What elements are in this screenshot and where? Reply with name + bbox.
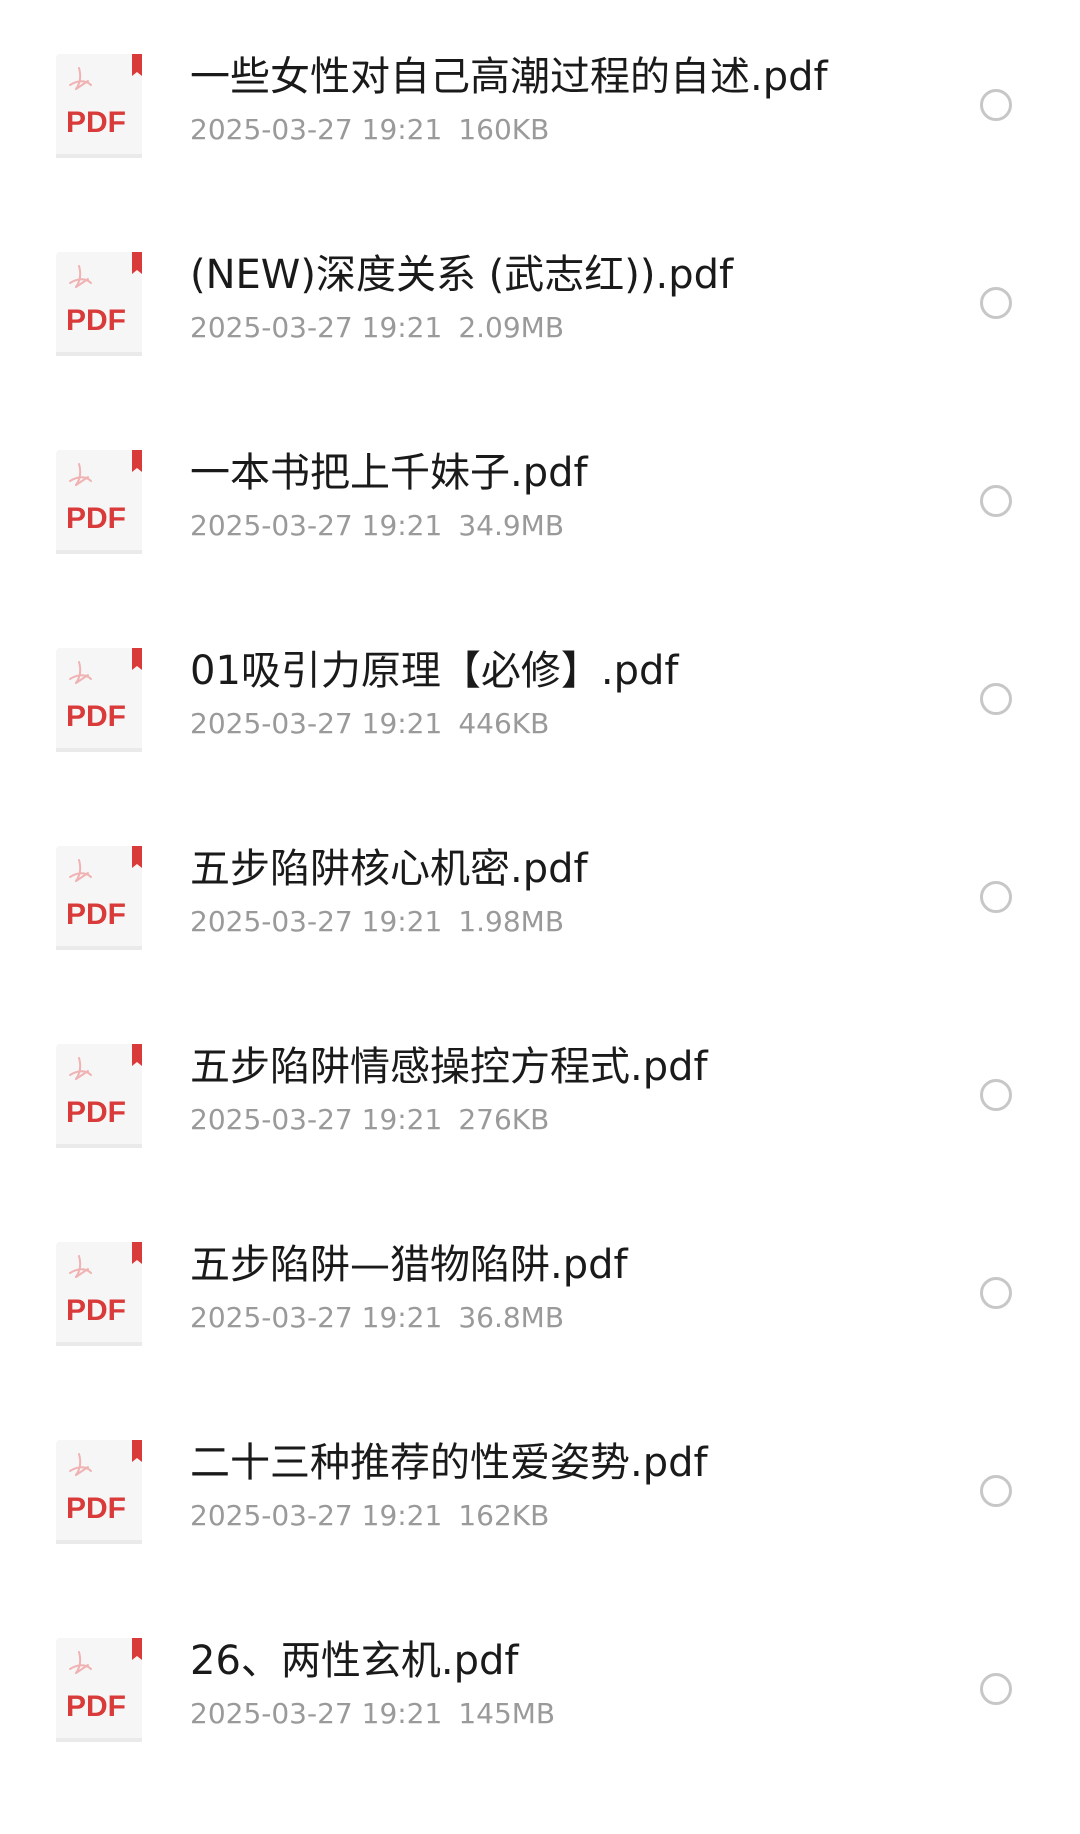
file-meta: 2025-03-27 19:21 276KB <box>190 1102 549 1138</box>
file-row[interactable]: PDF 五步陷阱—猎物陷阱.pdf 2025-03-27 19:21 36.8MB <box>0 1240 1080 1438</box>
file-name: 一本书把上千妹子.pdf <box>190 450 588 496</box>
file-size: 276KB <box>458 1103 550 1136</box>
pdf-icon-label: PDF <box>66 1096 126 1129</box>
file-row[interactable]: PDF (NEW)深度关系 (武志红)).pdf 2025-03-27 19:2… <box>0 250 1080 448</box>
select-radio-button[interactable] <box>980 89 1012 121</box>
file-meta: 2025-03-27 19:21 162KB <box>190 1498 549 1534</box>
pdf-icon-graphic: PDF <box>56 450 142 554</box>
select-radio-button[interactable] <box>980 485 1012 517</box>
pdf-icon-graphic: PDF <box>56 1044 142 1148</box>
file-meta: 2025-03-27 19:21 446KB <box>190 706 549 742</box>
file-name: 二十三种推荐的性爱姿势.pdf <box>190 1440 708 1486</box>
file-name: 一些女性对自己高潮过程的自述.pdf <box>190 54 828 100</box>
file-meta: 2025-03-27 19:21 1.98MB <box>190 904 564 940</box>
file-date: 2025-03-27 19:21 <box>190 905 443 938</box>
file-size: 1.98MB <box>458 905 565 938</box>
file-size: 446KB <box>458 707 550 740</box>
pdf-icon-label: PDF <box>66 502 126 535</box>
pdf-icon-graphic: PDF <box>56 1638 142 1742</box>
file-date: 2025-03-27 19:21 <box>190 1301 443 1334</box>
file-row[interactable]: PDF 五步陷阱情感操控方程式.pdf 2025-03-27 19:21 276K… <box>0 1042 1080 1240</box>
pdf-icon-label: PDF <box>66 1492 126 1525</box>
file-name: 五步陷阱情感操控方程式.pdf <box>190 1044 708 1090</box>
file-meta: 2025-03-27 19:21 160KB <box>190 112 549 148</box>
file-row[interactable]: PDF 五步陷阱核心机密.pdf 2025-03-27 19:21 1.98MB <box>0 844 1080 1042</box>
pdf-icon-graphic: PDF <box>56 846 142 950</box>
file-name: 五步陷阱核心机密.pdf <box>190 846 588 892</box>
file-date: 2025-03-27 19:21 <box>190 1697 443 1730</box>
file-row[interactable]: PDF 二十三种推荐的性爱姿势.pdf 2025-03-27 19:21 162K… <box>0 1438 1080 1636</box>
file-date: 2025-03-27 19:21 <box>190 1499 443 1532</box>
pdf-file-icon: PDF <box>54 1438 144 1546</box>
file-row[interactable]: PDF 01吸引力原理【必修】.pdf 2025-03-27 19:21 446K… <box>0 646 1080 844</box>
file-size: 2.09MB <box>458 311 565 344</box>
file-row[interactable]: PDF 26、两性玄机.pdf 2025-03-27 19:21 145MB <box>0 1636 1080 1834</box>
file-size: 160KB <box>458 113 550 146</box>
select-radio-button[interactable] <box>980 683 1012 715</box>
pdf-icon-label: PDF <box>66 700 126 733</box>
file-date: 2025-03-27 19:21 <box>190 311 443 344</box>
file-row[interactable]: PDF 一本书把上千妹子.pdf 2025-03-27 19:21 34.9MB <box>0 448 1080 646</box>
select-radio-button[interactable] <box>980 1277 1012 1309</box>
pdf-file-icon: PDF <box>54 1042 144 1150</box>
file-date: 2025-03-27 19:21 <box>190 113 443 146</box>
pdf-icon-graphic: PDF <box>56 252 142 356</box>
pdf-file-icon: PDF <box>54 448 144 556</box>
file-name: 01吸引力原理【必修】.pdf <box>190 648 679 694</box>
file-list: PDF 一些女性对自己高潮过程的自述.pdf 2025-03-27 19:21 1… <box>0 0 1080 1746</box>
pdf-icon-graphic: PDF <box>56 1440 142 1544</box>
pdf-icon-label: PDF <box>66 1690 126 1723</box>
select-radio-button[interactable] <box>980 1475 1012 1507</box>
pdf-file-icon: PDF <box>54 646 144 754</box>
pdf-icon-label: PDF <box>66 898 126 931</box>
file-meta: 2025-03-27 19:21 36.8MB <box>190 1300 564 1336</box>
file-date: 2025-03-27 19:21 <box>190 1103 443 1136</box>
pdf-icon-label: PDF <box>66 106 126 139</box>
pdf-icon-label: PDF <box>66 304 126 337</box>
file-name: (NEW)深度关系 (武志红)).pdf <box>190 252 734 298</box>
select-radio-button[interactable] <box>980 1673 1012 1705</box>
file-date: 2025-03-27 19:21 <box>190 707 443 740</box>
select-radio-button[interactable] <box>980 1079 1012 1111</box>
select-radio-button[interactable] <box>980 881 1012 913</box>
select-radio-button[interactable] <box>980 287 1012 319</box>
pdf-icon-graphic: PDF <box>56 1242 142 1346</box>
file-size: 162KB <box>458 1499 550 1532</box>
pdf-file-icon: PDF <box>54 52 144 160</box>
pdf-icon-label: PDF <box>66 1294 126 1327</box>
file-date: 2025-03-27 19:21 <box>190 509 443 542</box>
pdf-file-icon: PDF <box>54 844 144 952</box>
pdf-icon-graphic: PDF <box>56 648 142 752</box>
file-meta: 2025-03-27 19:21 34.9MB <box>190 508 564 544</box>
pdf-icon-graphic: PDF <box>56 54 142 158</box>
pdf-file-icon: PDF <box>54 1240 144 1348</box>
pdf-file-icon: PDF <box>54 250 144 358</box>
file-size: 34.9MB <box>458 509 565 542</box>
file-meta: 2025-03-27 19:21 2.09MB <box>190 310 564 346</box>
file-name: 26、两性玄机.pdf <box>190 1638 519 1684</box>
file-meta: 2025-03-27 19:21 145MB <box>190 1696 555 1732</box>
file-size: 36.8MB <box>458 1301 565 1334</box>
file-size: 145MB <box>458 1697 556 1730</box>
file-row[interactable]: PDF 一些女性对自己高潮过程的自述.pdf 2025-03-27 19:21 1… <box>0 52 1080 250</box>
pdf-file-icon: PDF <box>54 1636 144 1744</box>
file-name: 五步陷阱—猎物陷阱.pdf <box>190 1242 628 1288</box>
